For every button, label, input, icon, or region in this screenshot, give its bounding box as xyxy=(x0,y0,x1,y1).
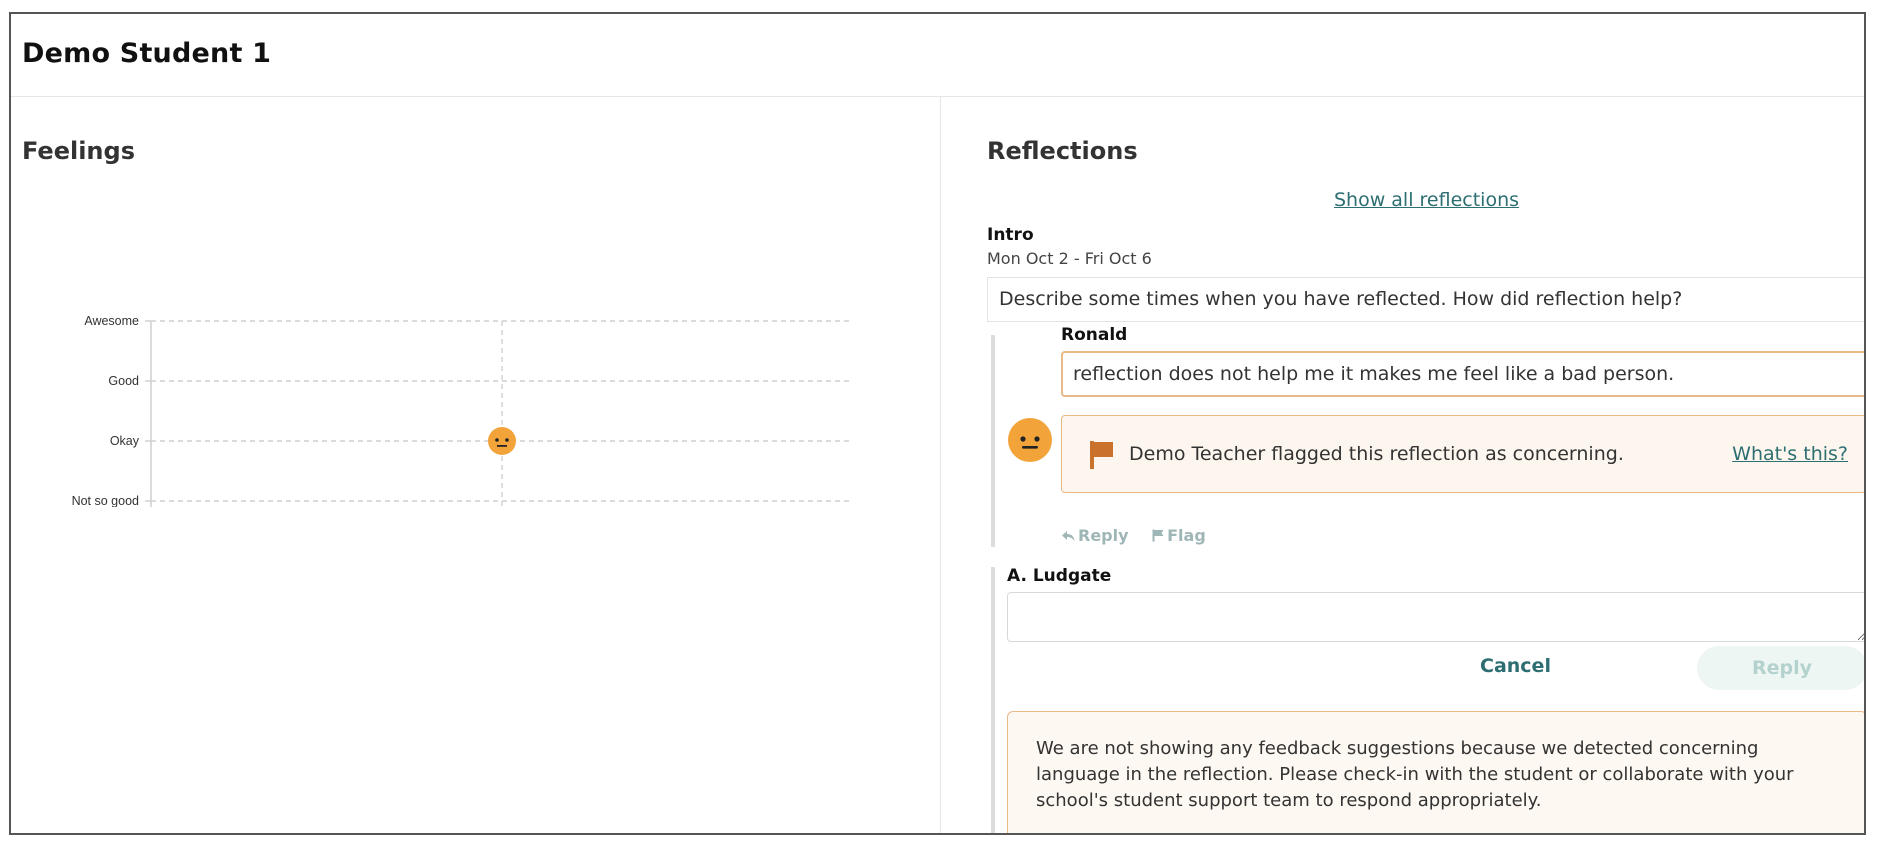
small-flag-icon xyxy=(1152,529,1164,542)
y-tick-label: Okay xyxy=(110,434,140,448)
feelings-title: Feelings xyxy=(22,137,135,165)
cancel-button[interactable]: Cancel xyxy=(1480,655,1551,677)
response-author: Ronald xyxy=(1061,325,1128,345)
whats-this-link[interactable]: What's this? xyxy=(1732,443,1848,465)
reflection-prompt: Describe some times when you have reflec… xyxy=(987,277,1864,322)
reflections-panel: Reflections Show all reflections Intro M… xyxy=(941,97,1864,833)
show-all-reflections-link[interactable]: Show all reflections xyxy=(987,189,1864,211)
thread-divider xyxy=(991,335,995,547)
reply-action-label: Reply xyxy=(1078,526,1129,545)
student-response: reflection does not help me it makes me … xyxy=(1061,351,1864,397)
feelings-panel: Feelings AwesomeGoodOkayNot so goodAwful… xyxy=(11,97,941,833)
feedback-warning: We are not showing any feedback suggesti… xyxy=(1007,711,1864,833)
student-name-title: Demo Student 1 xyxy=(22,38,272,69)
reply-thread-divider xyxy=(991,567,995,833)
flag-notice: Demo Teacher flagged this reflection as … xyxy=(1061,415,1864,493)
reply-button[interactable]: Reply xyxy=(1697,646,1864,690)
flag-action-label: Flag xyxy=(1167,526,1206,545)
feelings-chart: AwesomeGoodOkayNot so goodAwful10/2 xyxy=(72,314,853,507)
unit-dates: Mon Oct 2 - Fri Oct 6 xyxy=(987,249,1152,268)
response-actions: Reply Flag xyxy=(1062,526,1224,545)
reply-input[interactable] xyxy=(1007,592,1864,642)
y-tick-label: Not so good xyxy=(72,494,139,507)
reply-action[interactable]: Reply xyxy=(1062,526,1134,545)
reply-icon xyxy=(1062,531,1075,541)
y-tick-label: Awesome xyxy=(84,314,139,328)
flag-icon xyxy=(1090,441,1113,469)
y-tick-label: Good xyxy=(108,374,139,388)
page-header: Demo Student 1 xyxy=(11,14,1864,97)
reply-author: A. Ludgate xyxy=(1007,566,1112,586)
data-point-neutral-face xyxy=(488,427,516,455)
neutral-face-icon xyxy=(1008,418,1052,462)
unit-title: Intro xyxy=(987,225,1034,245)
flag-message: Demo Teacher flagged this reflection as … xyxy=(1129,443,1624,465)
reflections-title: Reflections xyxy=(987,137,1138,165)
student-detail-window: Demo Student 1 Feelings Awesome Good Okay N… xyxy=(9,12,1866,835)
flag-action[interactable]: Flag xyxy=(1152,526,1206,545)
